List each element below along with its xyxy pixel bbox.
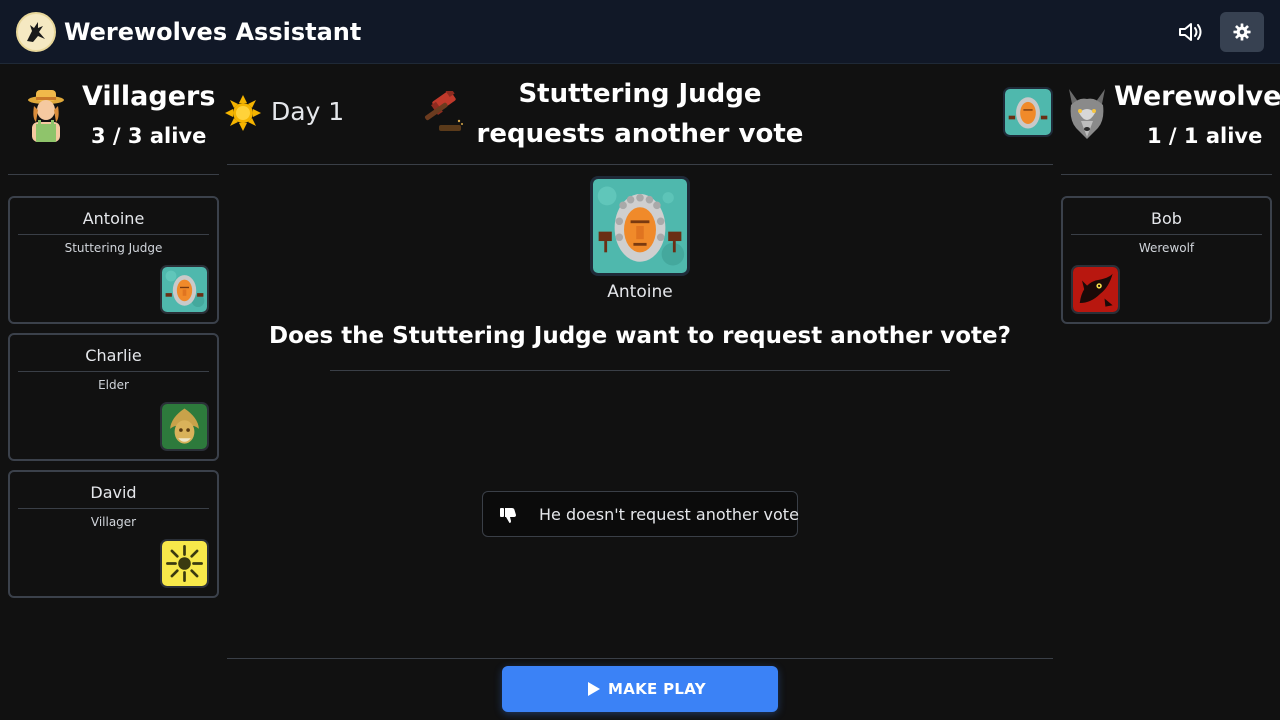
werewolves-divider bbox=[1061, 174, 1272, 175]
sun-icon bbox=[225, 95, 261, 131]
player-card-bob[interactable]: Bob Werewolf bbox=[1061, 196, 1272, 324]
player-name: David bbox=[90, 483, 137, 502]
howling-wolf-icon[interactable] bbox=[16, 12, 56, 52]
player-name: Charlie bbox=[85, 346, 142, 365]
gavel-icon bbox=[424, 91, 463, 131]
player-card-charlie[interactable]: Charlie Elder bbox=[8, 333, 219, 461]
elder-card-icon bbox=[160, 402, 209, 451]
settings-button[interactable] bbox=[1220, 12, 1264, 52]
make-play-button[interactable]: MAKE PLAY bbox=[502, 666, 778, 712]
center-top-divider bbox=[227, 164, 1053, 165]
stuttering-judge-card-icon bbox=[1003, 87, 1053, 137]
player-card-antoine[interactable]: Antoine Stuttering Judge bbox=[8, 196, 219, 324]
play-icon bbox=[588, 682, 600, 696]
event-title-line-1: Stuttering Judge bbox=[518, 79, 762, 109]
target-player-name: Antoine bbox=[607, 282, 673, 302]
stuttering-judge-card-icon bbox=[160, 265, 209, 314]
event-title: Stuttering Judge requests another vote bbox=[470, 74, 810, 154]
player-name: Bob bbox=[1151, 209, 1182, 228]
no-another-vote-button[interactable]: He doesn't request another vote bbox=[482, 491, 799, 537]
villager-card-icon bbox=[160, 539, 209, 588]
player-role: Villager bbox=[90, 515, 137, 529]
top-bar: Werewolves Assistant bbox=[0, 0, 1280, 64]
wolf-icon bbox=[1069, 89, 1105, 139]
player-role: Stuttering Judge bbox=[64, 241, 163, 255]
player-role: Elder bbox=[98, 378, 129, 392]
player-divider bbox=[18, 371, 209, 372]
event-title-line-2: requests another vote bbox=[476, 119, 804, 149]
villagers-alive-count: 3 / 3 alive bbox=[91, 124, 207, 148]
question-divider bbox=[330, 370, 950, 371]
question-text: Does the Stuttering Judge want to reques… bbox=[269, 323, 1011, 349]
phase-label: Day 1 bbox=[271, 97, 345, 126]
thumbs-down-icon bbox=[500, 508, 516, 523]
werewolves-alive-count: 1 / 1 alive bbox=[1147, 124, 1263, 148]
center-bottom-divider bbox=[227, 658, 1053, 659]
app-title: Werewolves Assistant bbox=[64, 18, 362, 46]
player-divider bbox=[18, 508, 209, 509]
speaker-icon[interactable] bbox=[1174, 16, 1208, 48]
werewolves-team-name: Werewolves bbox=[1114, 81, 1280, 112]
player-name: Antoine bbox=[82, 209, 145, 228]
player-role: Werewolf bbox=[1138, 241, 1195, 255]
player-card-david[interactable]: David Villager bbox=[8, 470, 219, 598]
player-divider bbox=[18, 234, 209, 235]
farmer-icon bbox=[28, 90, 64, 142]
villagers-divider bbox=[8, 174, 219, 175]
gear-icon bbox=[1233, 23, 1251, 41]
werewolf-card-icon bbox=[1071, 265, 1120, 314]
player-divider bbox=[1071, 234, 1262, 235]
make-play-label: MAKE PLAY bbox=[608, 680, 706, 698]
stuttering-judge-card-icon bbox=[590, 176, 690, 276]
choice-label: He doesn't request another vote bbox=[539, 505, 799, 524]
villagers-team-name: Villagers bbox=[82, 81, 216, 112]
